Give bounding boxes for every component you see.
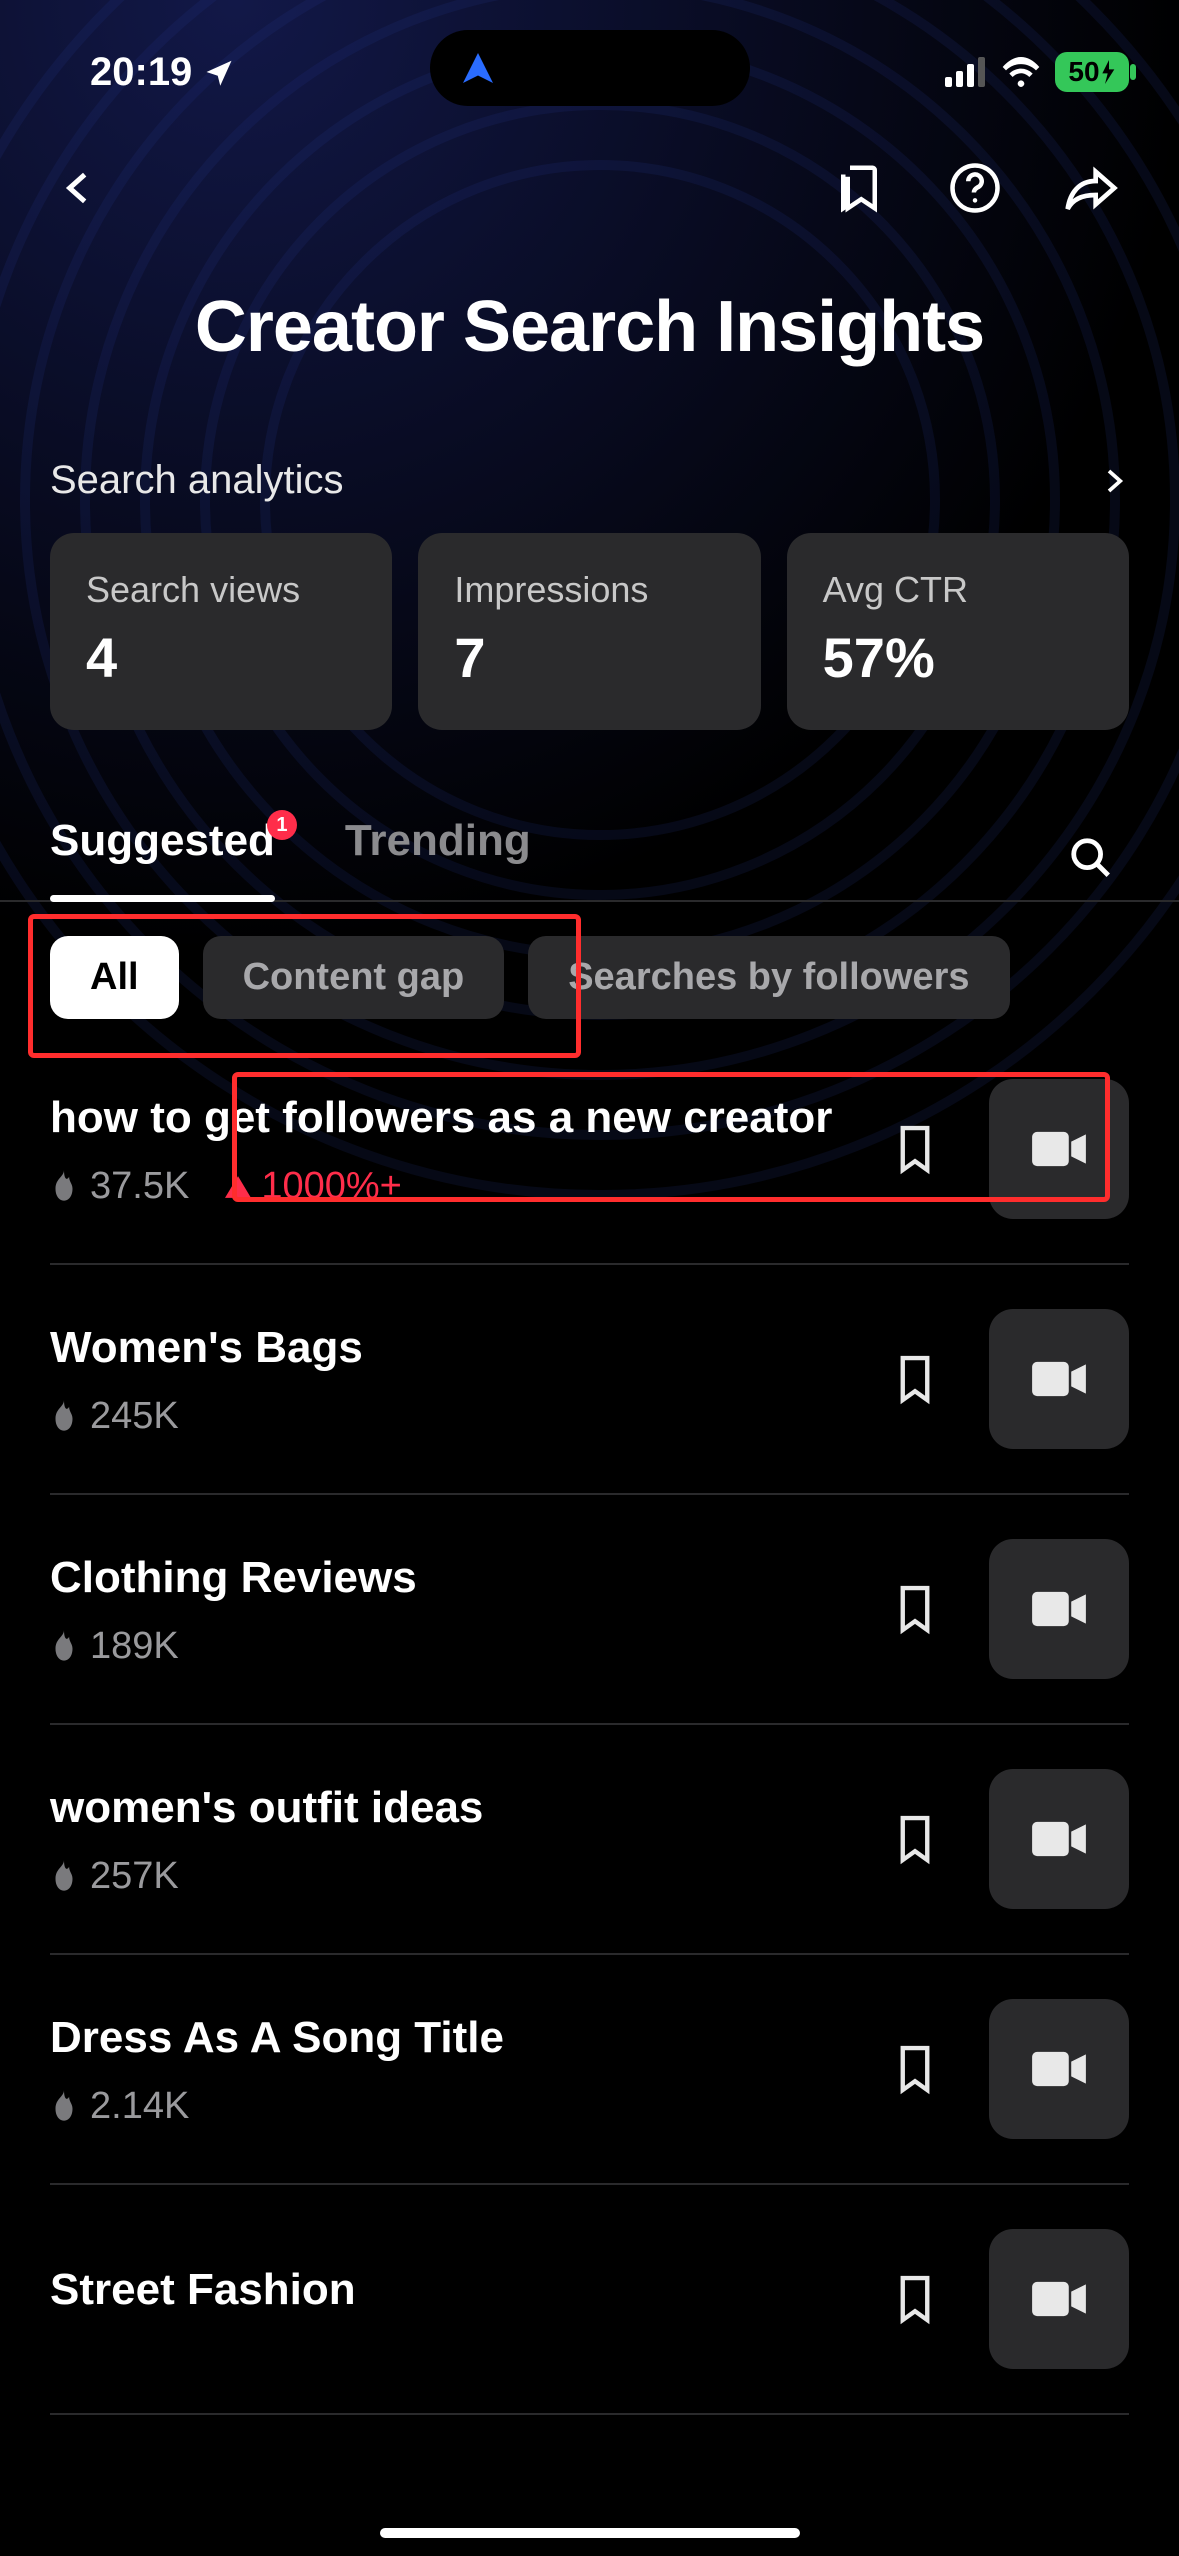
analytics-header[interactable]: Search analytics (0, 458, 1179, 503)
bookmark-icon (894, 2043, 936, 2095)
video-camera-icon (1029, 1587, 1089, 1631)
result-row[interactable]: Clothing Reviews 189K (50, 1495, 1129, 1725)
record-button[interactable] (989, 2229, 1129, 2369)
tab-suggested[interactable]: Suggested 1 (50, 816, 275, 900)
dynamic-island (430, 30, 750, 106)
result-title: how to get followers as a new creator (50, 1090, 861, 1145)
video-camera-icon (1029, 2277, 1089, 2321)
battery-percent: 50 (1068, 56, 1099, 88)
chip-label: All (90, 956, 139, 998)
bookmark-icon (894, 1813, 936, 1865)
result-title: Dress As A Song Title (50, 2010, 861, 2065)
tab-badge: 1 (267, 810, 297, 840)
result-count: 37.5K (50, 1165, 189, 1208)
result-row[interactable]: Women's Bags 245K (50, 1265, 1129, 1495)
flame-icon (50, 1400, 78, 1434)
chevron-right-icon (1099, 459, 1129, 503)
home-indicator[interactable] (380, 2528, 800, 2538)
bookmark-button[interactable] (891, 2041, 939, 2097)
tab-label: Suggested (50, 816, 275, 865)
tab-trending[interactable]: Trending (345, 816, 531, 900)
back-button[interactable] (50, 160, 106, 216)
record-button[interactable] (989, 1309, 1129, 1449)
battery-indicator: 50 (1055, 52, 1129, 92)
flame-icon (50, 1170, 78, 1204)
result-trend: 1000%+ (225, 1165, 402, 1208)
video-camera-icon (1029, 2047, 1089, 2091)
bookmark-button[interactable] (891, 1351, 939, 1407)
stat-card-impressions[interactable]: Impressions 7 (418, 533, 760, 730)
nav-arrow-icon (460, 50, 496, 86)
result-count: 245K (50, 1395, 179, 1438)
filter-chip-content-gap[interactable]: Content gap (203, 936, 505, 1019)
analytics-label: Search analytics (50, 458, 343, 503)
video-camera-icon (1029, 1357, 1089, 1401)
flame-icon (50, 1630, 78, 1664)
chip-label: Content gap (243, 956, 465, 998)
result-title: Clothing Reviews (50, 1550, 861, 1605)
filter-chip-all[interactable]: All (50, 936, 179, 1019)
result-row[interactable]: women's outfit ideas 257K (50, 1725, 1129, 1955)
result-row[interactable]: Street Fashion (50, 2185, 1129, 2415)
record-button[interactable] (989, 1769, 1129, 1909)
chip-label: Searches by followers (568, 956, 969, 998)
record-button[interactable] (989, 1539, 1129, 1679)
record-button[interactable] (989, 1079, 1129, 1219)
status-time: 20:19 (90, 50, 192, 95)
bookmark-button[interactable] (891, 1581, 939, 1637)
bookmark-collection-icon[interactable] (831, 160, 887, 216)
stat-value: 4 (86, 625, 356, 690)
page-title: Creator Search Insights (0, 246, 1179, 458)
bookmark-icon (894, 1353, 936, 1405)
stat-label: Impressions (454, 569, 724, 611)
trend-up-icon (225, 1176, 251, 1198)
video-camera-icon (1029, 1817, 1089, 1861)
result-title: Street Fashion (50, 2262, 861, 2317)
wifi-icon (1001, 57, 1041, 87)
result-title: women's outfit ideas (50, 1780, 861, 1835)
flame-icon (50, 1860, 78, 1894)
result-count: 189K (50, 1625, 179, 1668)
result-row[interactable]: Dress As A Song Title 2.14K (50, 1955, 1129, 2185)
result-count: 2.14K (50, 2085, 189, 2128)
bookmark-button[interactable] (891, 1121, 939, 1177)
bookmark-icon (894, 2273, 936, 2325)
stat-label: Search views (86, 569, 356, 611)
help-icon[interactable] (947, 160, 1003, 216)
cellular-signal-icon (945, 57, 987, 87)
search-icon[interactable] (1063, 830, 1119, 886)
share-icon[interactable] (1063, 160, 1119, 216)
record-button[interactable] (989, 1999, 1129, 2139)
result-count: 257K (50, 1855, 179, 1898)
bookmark-button[interactable] (891, 2271, 939, 2327)
stat-value: 57% (823, 625, 1093, 690)
bookmark-icon (894, 1583, 936, 1635)
stat-value: 7 (454, 625, 724, 690)
stat-label: Avg CTR (823, 569, 1093, 611)
stat-card-search-views[interactable]: Search views 4 (50, 533, 392, 730)
location-arrow-icon (204, 57, 234, 87)
tab-label: Trending (345, 816, 531, 865)
bookmark-button[interactable] (891, 1811, 939, 1867)
result-title: Women's Bags (50, 1320, 861, 1375)
stat-card-avg-ctr[interactable]: Avg CTR 57% (787, 533, 1129, 730)
bookmark-icon (894, 1123, 936, 1175)
status-bar: 20:19 50 (0, 0, 1179, 120)
result-row[interactable]: how to get followers as a new creator 37.… (50, 1059, 1129, 1265)
filter-chip-searches-by-followers[interactable]: Searches by followers (528, 936, 1009, 1019)
flame-icon (50, 2090, 78, 2124)
video-camera-icon (1029, 1127, 1089, 1171)
